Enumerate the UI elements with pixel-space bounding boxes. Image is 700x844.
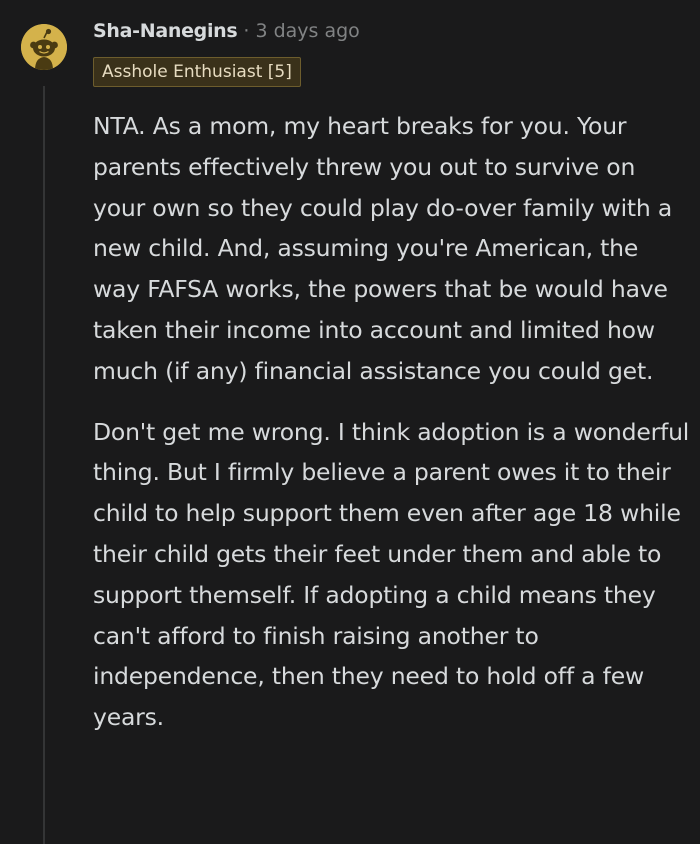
comment-paragraph: NTA. As a mom, my heart breaks for you. … (93, 112, 673, 385)
comment-paragraph: Don't get me wrong. I think adoption is … (93, 417, 690, 732)
comment: Sha-Nanegins · 3 days ago Asshole Enthus… (0, 0, 700, 844)
thread-collapse-line[interactable] (43, 86, 45, 844)
comment-timestamp[interactable]: 3 days ago (255, 20, 359, 42)
user-flair: Asshole Enthusiast [5] (93, 57, 301, 87)
comment-header: Sha-Nanegins · 3 days ago (93, 14, 360, 48)
meta-separator: · (243, 20, 250, 42)
comment-body: NTA. As a mom, my heart breaks for you. … (93, 106, 691, 738)
snoo-avatar-icon[interactable] (21, 24, 67, 70)
username-link[interactable]: Sha-Nanegins (93, 20, 238, 42)
